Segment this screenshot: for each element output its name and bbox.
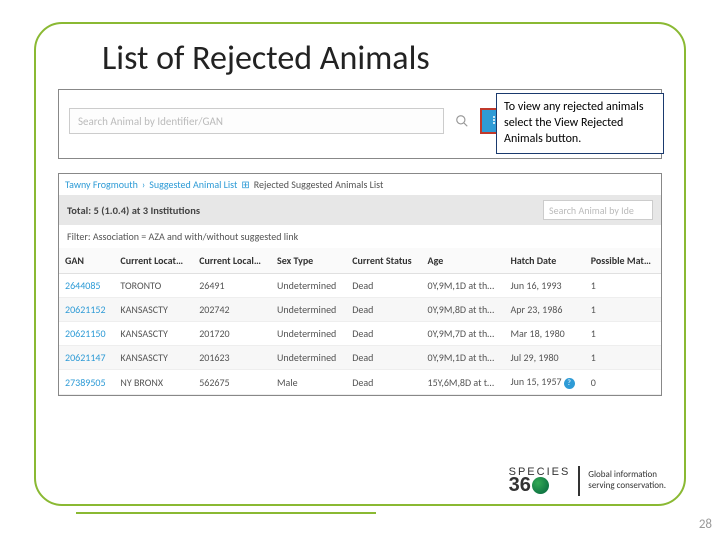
cell-gan[interactable]: 20621150	[59, 322, 114, 346]
cell-local: 201720	[193, 322, 271, 346]
col-current-local[interactable]: Current Local…	[193, 248, 271, 274]
filter-description: Filter: Association = AZA and with/witho…	[59, 225, 661, 248]
cell-gan[interactable]: 27389505	[59, 370, 114, 395]
search-input[interactable]: Search Animal by Identifier/GAN	[69, 108, 444, 134]
cell-sex: Undetermined	[271, 298, 346, 322]
cell-gan[interactable]: 20621152	[59, 298, 114, 322]
cell-status: Dead	[346, 322, 421, 346]
cell-hatch: Mar 18, 1980	[504, 322, 584, 346]
brand-divider	[578, 466, 580, 496]
cell-hatch: Jul 29, 1980	[504, 346, 584, 370]
help-icon[interactable]: ?	[564, 378, 575, 389]
cell-status: Dead	[346, 346, 421, 370]
cell-local: 202742	[193, 298, 271, 322]
instruction-callout: To view any rejected animals select the …	[496, 93, 664, 154]
cell-age: 15Y,6M,8D at t…	[422, 370, 505, 395]
globe-icon	[532, 477, 549, 494]
breadcrumb-current: Rejected Suggested Animals List	[254, 178, 384, 191]
cell-hatch: Apr 23, 1986	[504, 298, 584, 322]
table-row: 27389505NY BRONX562675MaleDead15Y,6M,8D …	[59, 370, 661, 395]
cell-sex: Undetermined	[271, 346, 346, 370]
accent-line	[76, 512, 376, 514]
cell-sex: Male	[271, 370, 346, 395]
cell-location: KANSASCTY	[114, 346, 193, 370]
cell-mat: 1	[585, 322, 661, 346]
search-placeholder: Search Animal by Identifier/GAN	[78, 115, 223, 128]
cell-hatch: Jun 16, 1993	[504, 274, 584, 298]
brand-num-a: 36	[509, 477, 531, 494]
chevron-right-icon: ›	[142, 178, 145, 191]
col-hatch-date[interactable]: Hatch Date	[504, 248, 584, 274]
table-row: 20621147KANSASCTY201623UndeterminedDead0…	[59, 346, 661, 370]
breadcrumb-link-species[interactable]: Tawny Frogmouth	[65, 178, 138, 191]
cell-age: 0Y,9M,1D at th…	[422, 346, 505, 370]
cell-location: KANSASCTY	[114, 298, 193, 322]
cell-status: Dead	[346, 274, 421, 298]
cell-gan[interactable]: 20621147	[59, 346, 114, 370]
cell-location: KANSASCTY	[114, 322, 193, 346]
col-current-location[interactable]: Current Locat…	[114, 248, 193, 274]
breadcrumb-link-suggested[interactable]: Suggested Animal List	[149, 178, 237, 191]
col-current-status[interactable]: Current Status	[346, 248, 421, 274]
brand-tagline-2: serving conservation.	[588, 481, 666, 492]
col-age[interactable]: Age	[422, 248, 505, 274]
search-icon[interactable]	[450, 109, 474, 133]
col-gan[interactable]: GAN	[59, 248, 114, 274]
cell-local: 201623	[193, 346, 271, 370]
page-number: 28	[699, 517, 712, 532]
cell-hatch: Jun 15, 1957?	[504, 370, 584, 395]
results-panel: Tawny Frogmouth › Suggested Animal List …	[58, 173, 662, 396]
brand-footer: SPECIES 36 Global information serving co…	[509, 466, 666, 496]
cell-mat: 0	[585, 370, 661, 395]
col-possible-mat[interactable]: Possible Mat…	[585, 248, 661, 274]
cell-status: Dead	[346, 298, 421, 322]
cell-mat: 1	[585, 298, 661, 322]
rejected-animals-table: GAN Current Locat… Current Local… Sex Ty…	[59, 248, 661, 395]
col-sex-type[interactable]: Sex Type	[271, 248, 346, 274]
cell-mat: 1	[585, 274, 661, 298]
page-title: List of Rejected Animals	[102, 38, 662, 79]
cell-status: Dead	[346, 370, 421, 395]
cell-gan[interactable]: 2644085	[59, 274, 114, 298]
cell-age: 0Y,9M,1D at th…	[422, 274, 505, 298]
cell-location: NY BRONX	[114, 370, 193, 395]
cell-sex: Undetermined	[271, 274, 346, 298]
expand-icon[interactable]: ⊞	[241, 178, 249, 191]
total-count: Total: 5 (1.0.4) at 3 Institutions	[67, 204, 200, 217]
cell-mat: 1	[585, 346, 661, 370]
cell-local: 26491	[193, 274, 271, 298]
cell-sex: Undetermined	[271, 322, 346, 346]
breadcrumb: Tawny Frogmouth › Suggested Animal List …	[59, 174, 661, 195]
table-row: 20621150KANSASCTY201720UndeterminedDead0…	[59, 322, 661, 346]
table-row: 2644085TORONTO26491UndeterminedDead0Y,9M…	[59, 274, 661, 298]
cell-location: TORONTO	[114, 274, 193, 298]
cell-age: 0Y,9M,8D at th…	[422, 298, 505, 322]
table-row: 20621152KANSASCTY202742UndeterminedDead0…	[59, 298, 661, 322]
cell-age: 0Y,9M,7D at th…	[422, 322, 505, 346]
results-search-placeholder: Search Animal by Ide	[549, 204, 634, 217]
results-search-input[interactable]: Search Animal by Ide	[543, 200, 653, 220]
cell-local: 562675	[193, 370, 271, 395]
